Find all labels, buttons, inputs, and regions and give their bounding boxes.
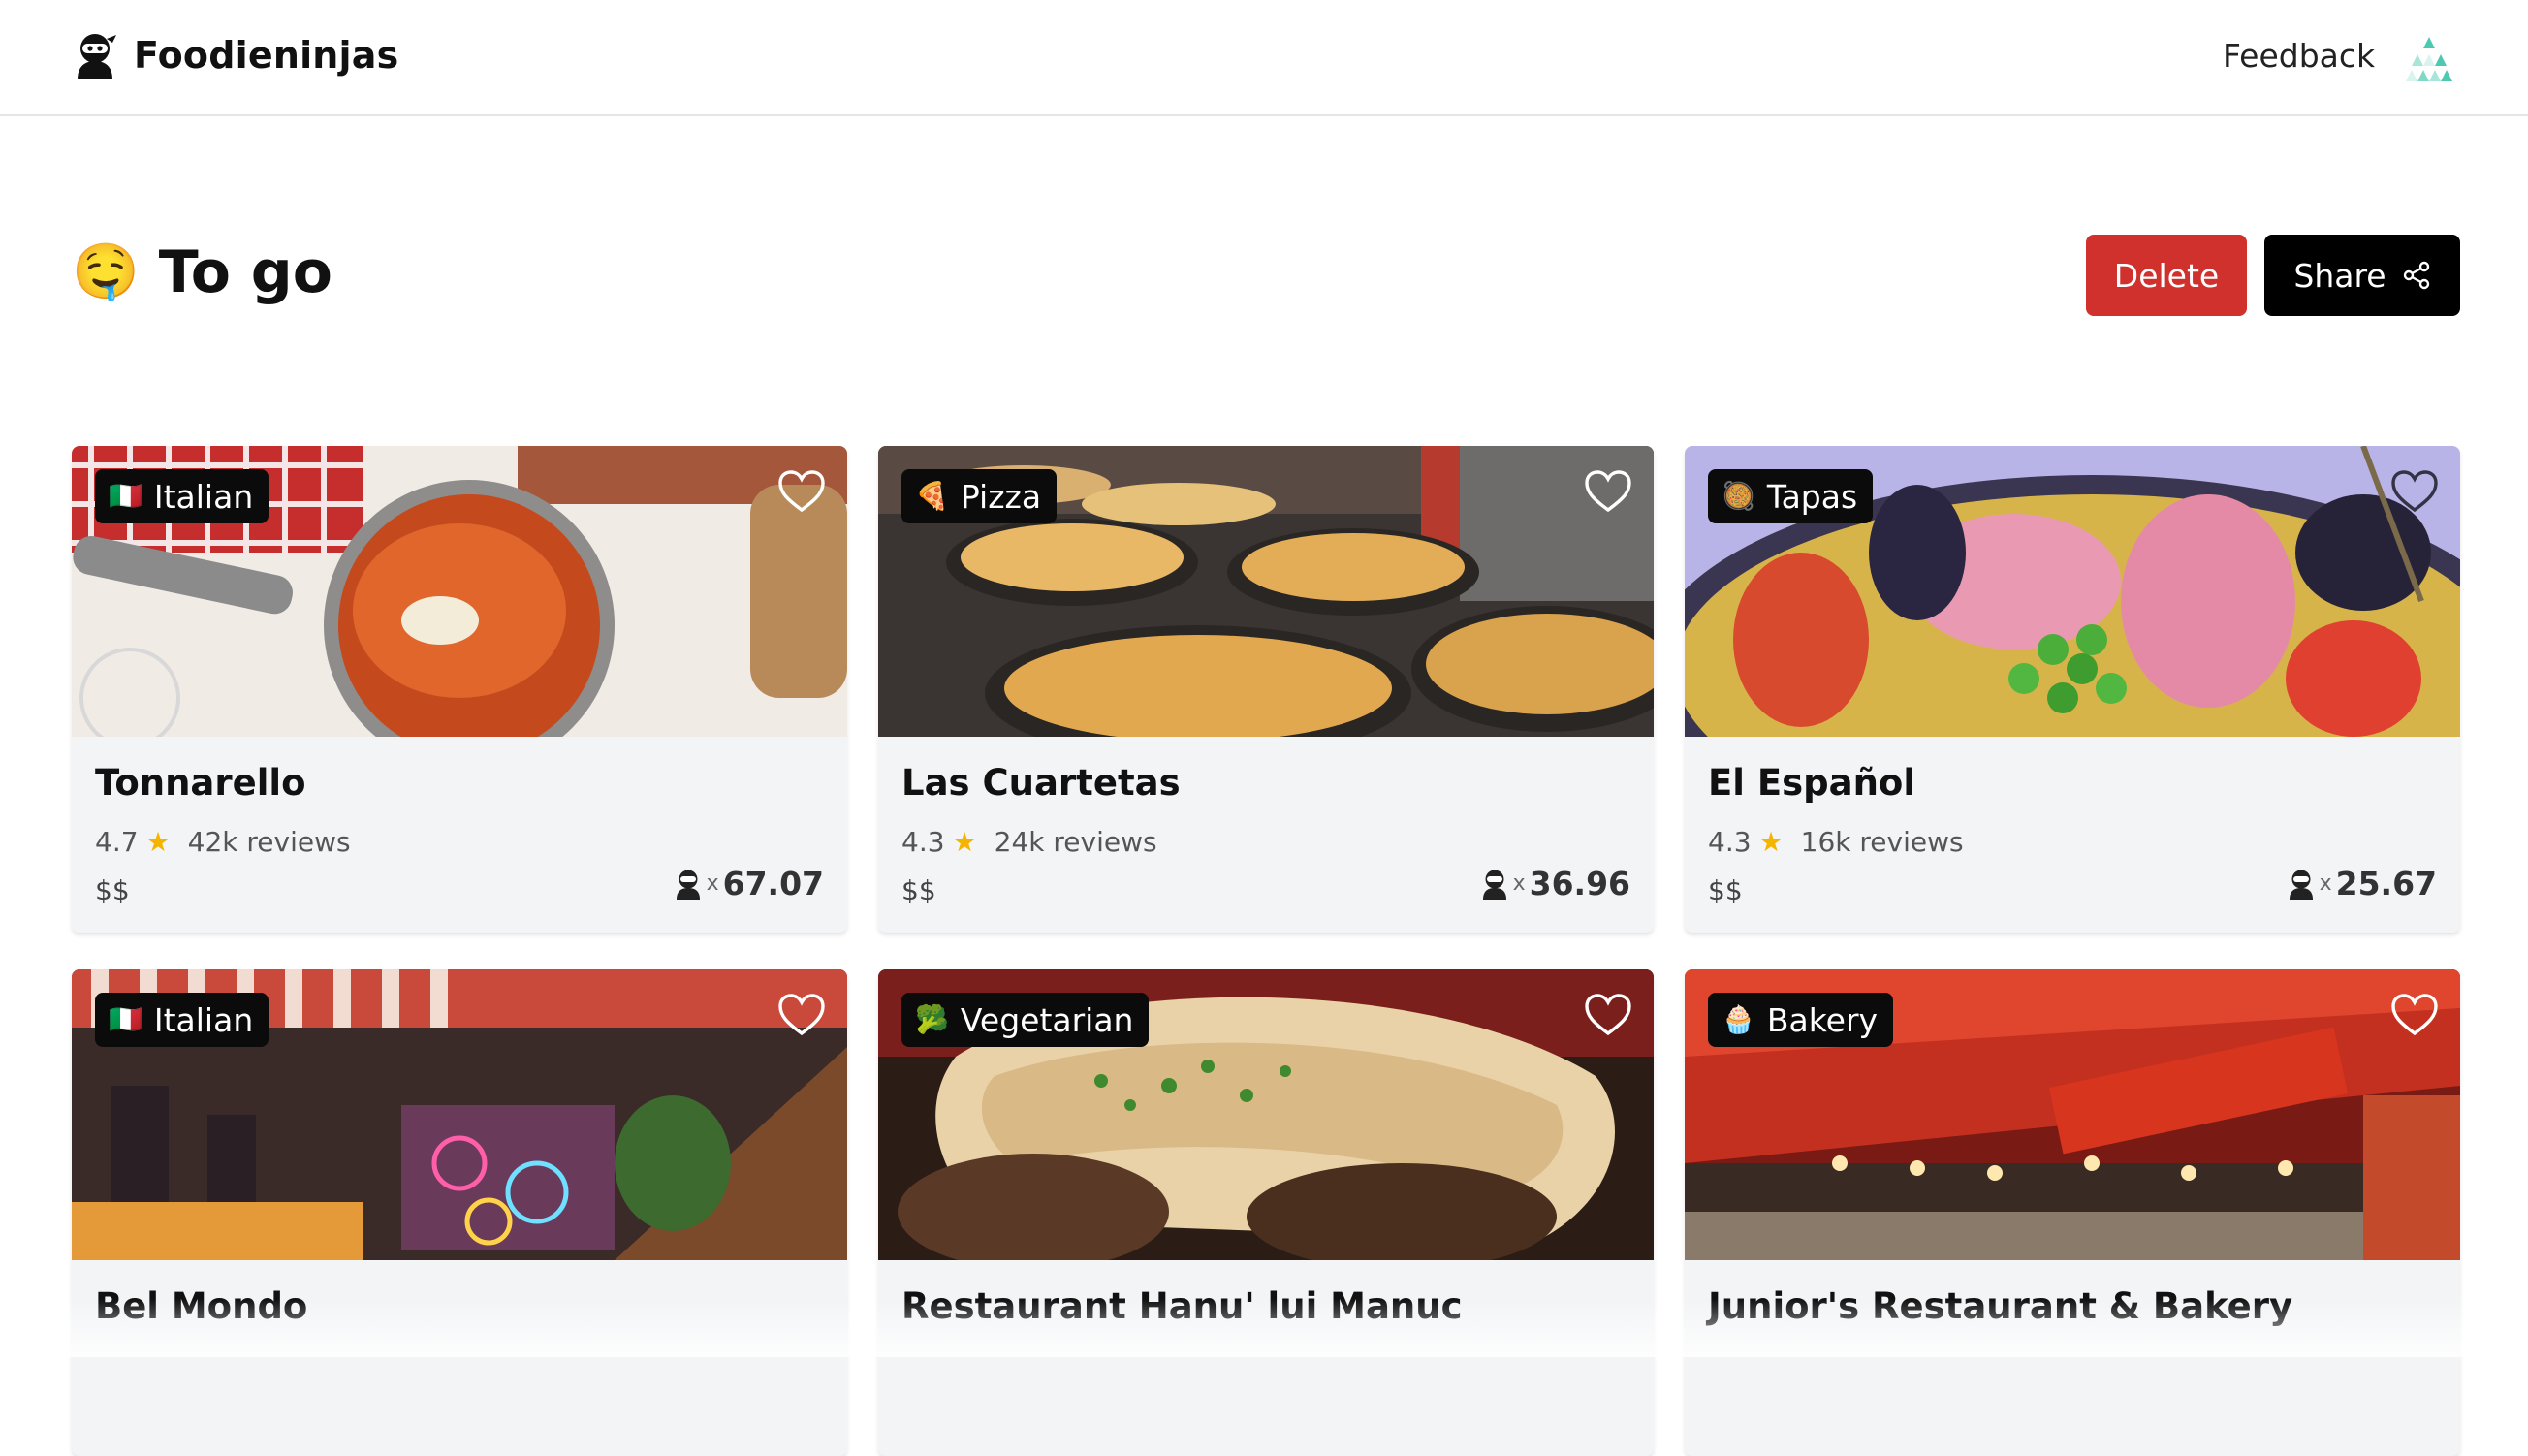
brand-home-link[interactable]: Foodieninjas (72, 31, 398, 79)
star-icon: ★ (1758, 826, 1784, 858)
restaurant-card[interactable]: 🍕 Pizza Las Cuartetas 4.3 ★ 24k reviews … (878, 446, 1654, 933)
feedback-link[interactable]: Feedback (2223, 37, 2375, 75)
favorite-heart-icon[interactable] (777, 993, 826, 1037)
ninja-score: x 36.96 (1480, 865, 1630, 902)
scroll-fade (0, 1299, 2528, 1357)
cuisine-tag: 🥦 Vegetarian (901, 993, 1150, 1047)
restaurant-card[interactable]: 🥘 Tapas El Español 4.3 ★ 16k reviews $$ … (1685, 446, 2460, 933)
rating-value: 4.3 (901, 826, 945, 858)
italy-flag-icon: 🇮🇹 (109, 480, 142, 512)
cuisine-tag: 🥘 Tapas (1708, 469, 1874, 523)
ninja-score-icon (1482, 870, 1506, 900)
favorite-heart-icon[interactable] (777, 469, 826, 514)
restaurant-card[interactable]: 🇮🇹 Italian Bel Mondo (72, 969, 847, 1456)
cuisine-tag: 🍕 Pizza (901, 469, 1058, 523)
score-value: 67.07 (722, 865, 824, 902)
price-level: $$ (95, 874, 130, 906)
cuisine-tag: 🧁 Bakery (1708, 993, 1894, 1047)
pizza-icon: 🍕 (915, 480, 949, 512)
score-multiplier-sign: x (2319, 871, 2332, 896)
star-icon: ★ (952, 826, 977, 858)
rating-row: 4.3 ★ 16k reviews (1708, 826, 1964, 858)
ninja-score-icon (2289, 870, 2313, 900)
cupcake-icon: 🧁 (1722, 1003, 1755, 1035)
top-navbar: Foodieninjas Feedback (0, 0, 2528, 116)
ninja-score-icon (676, 870, 700, 900)
italy-flag-icon: 🇮🇹 (109, 1003, 142, 1035)
broccoli-icon: 🥦 (915, 1003, 949, 1035)
score-multiplier-sign: x (1512, 871, 1526, 896)
star-icon: ★ (145, 826, 171, 858)
share-button-label: Share (2293, 256, 2386, 295)
score-value: 25.67 (2335, 865, 2437, 902)
profile-avatar-icon[interactable] (2404, 33, 2454, 83)
cuisine-label: Vegetarian (960, 1000, 1134, 1039)
page-title: To go (158, 238, 332, 306)
price-level: $$ (1708, 874, 1743, 906)
cuisine-tag: 🇮🇹 Italian (95, 469, 269, 523)
share-button[interactable]: Share (2264, 235, 2460, 316)
ninja-score: x 25.67 (2287, 865, 2437, 902)
cuisine-label: Tapas (1766, 477, 1858, 516)
restaurant-card[interactable]: 🇮🇹 Italian Tonnarello 4.7 ★ 42k reviews … (72, 446, 847, 933)
rating-value: 4.7 (95, 826, 139, 858)
cuisine-label: Pizza (960, 477, 1042, 516)
restaurant-name[interactable]: Las Cuartetas (901, 762, 1181, 804)
restaurant-name[interactable]: El Español (1708, 762, 1915, 804)
rating-value: 4.3 (1708, 826, 1752, 858)
ninja-score: x 67.07 (674, 865, 824, 902)
restaurant-card[interactable]: 🧁 Bakery Junior's Restaurant & Bakery (1685, 969, 2460, 1456)
brand-name: Foodieninjas (134, 34, 399, 77)
review-count: 16k reviews (1800, 826, 1964, 858)
score-value: 36.96 (1529, 865, 1630, 902)
cuisine-label: Italian (153, 477, 254, 516)
review-count: 24k reviews (994, 826, 1157, 858)
list-header: 🤤 To go (72, 238, 332, 306)
favorite-heart-icon[interactable] (1584, 469, 1632, 514)
share-icon (2403, 261, 2429, 290)
restaurant-card[interactable]: 🥦 Vegetarian Restaurant Hanu' lui Manuc (878, 969, 1654, 1456)
rating-row: 4.7 ★ 42k reviews (95, 826, 351, 858)
score-multiplier-sign: x (706, 871, 719, 896)
ninja-logo-icon (78, 34, 116, 79)
cuisine-tag: 🇮🇹 Italian (95, 993, 269, 1047)
cuisine-label: Italian (153, 1000, 254, 1039)
rating-row: 4.3 ★ 24k reviews (901, 826, 1157, 858)
paella-pan-icon: 🥘 (1722, 480, 1755, 512)
price-level: $$ (901, 874, 936, 906)
delete-button[interactable]: Delete (2086, 235, 2247, 316)
favorite-heart-icon[interactable] (1584, 993, 1632, 1037)
favorite-heart-icon[interactable] (2390, 469, 2439, 514)
review-count: 42k reviews (187, 826, 351, 858)
cuisine-label: Bakery (1766, 1000, 1879, 1039)
favorite-heart-icon[interactable] (2390, 993, 2439, 1037)
restaurant-name[interactable]: Tonnarello (95, 762, 306, 804)
drooling-face-icon: 🤤 (72, 240, 140, 303)
